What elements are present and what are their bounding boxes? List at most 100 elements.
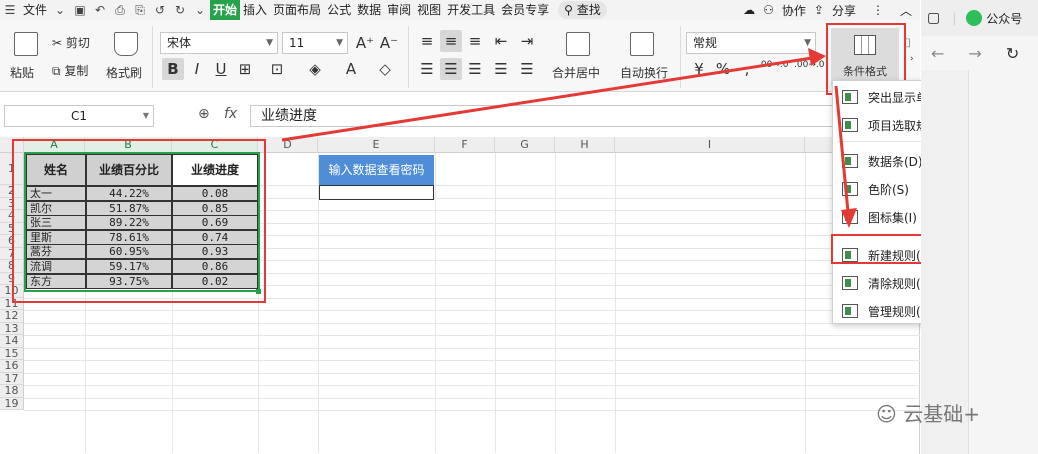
menu-icon[interactable]: ☰ — [0, 0, 20, 20]
rule-icon — [842, 90, 858, 104]
column-header-h[interactable]: H — [555, 137, 615, 153]
italic-button[interactable]: I — [186, 58, 208, 80]
tab-page-layout[interactable]: 页面布局 — [270, 0, 324, 20]
eraser-icon[interactable]: ◇ — [374, 58, 396, 80]
font-select[interactable]: 宋体 ▼ — [160, 32, 278, 54]
align-center-icon[interactable]: ☰ — [440, 58, 462, 80]
gridline — [24, 347, 920, 349]
undo-icon[interactable]: ↺ — [150, 0, 170, 20]
tab-formula[interactable]: 公式 — [324, 0, 354, 20]
decimal-decrease-button[interactable]: .00→.0 — [794, 60, 824, 70]
tab-developer[interactable]: 开发工具 — [444, 0, 498, 20]
merge-center-button[interactable]: 合并居中 — [552, 64, 600, 81]
indent-increase-icon[interactable]: ⇥ — [516, 30, 538, 52]
save-icon[interactable]: ▣ — [70, 0, 90, 20]
menu-bar: ☰ 文件 ⌄ ▣ ↶ ⎙ ⎘ ↺ ↻ ⌄ 开始 插入 页面布局 公式 数据 审阅… — [0, 0, 920, 20]
align-top-icon[interactable]: ≡ — [416, 30, 438, 52]
collab-button[interactable]: 协作 — [782, 2, 806, 19]
format-painter-button[interactable]: 格式刷 — [106, 64, 142, 81]
font-shrink-icon[interactable]: A⁻ — [378, 32, 400, 54]
refresh-icon[interactable]: ↻ — [1006, 44, 1019, 63]
cut-button[interactable]: ✂ 剪切 — [52, 34, 90, 51]
column-header-e[interactable]: E — [318, 137, 435, 153]
row-header-19[interactable]: 19 — [0, 397, 24, 410]
tab-member[interactable]: 会员专享 — [498, 0, 552, 20]
more-icon[interactable]: ⌄ — [190, 0, 210, 20]
search-label: 查找 — [576, 3, 601, 17]
distribute-icon[interactable]: ☰ — [516, 58, 538, 80]
column-header-i[interactable]: I — [615, 137, 805, 153]
gridline — [24, 335, 920, 336]
redo-icon[interactable]: ↻ — [170, 0, 190, 20]
paste-icon[interactable] — [14, 32, 38, 56]
align-middle-icon[interactable]: ≡ — [440, 30, 462, 52]
print-icon[interactable]: ⎙ — [110, 0, 130, 20]
wechat-logo-icon: ☺ — [876, 402, 904, 426]
preview-icon[interactable]: ⎘ — [130, 0, 150, 20]
font-color-icon[interactable]: A — [340, 58, 362, 80]
gridline — [24, 322, 920, 324]
number-format-select[interactable]: 常规 ▼ — [686, 32, 816, 54]
justify-icon[interactable]: ☰ — [490, 58, 512, 80]
column-header-d[interactable]: D — [258, 137, 318, 153]
wrap-text-icon[interactable] — [630, 32, 654, 56]
collab-icon[interactable]: ⚇ — [763, 3, 774, 17]
border-icon[interactable]: ⊞ — [234, 58, 256, 80]
formula-bar: C1 ▼ ⊕ fx 业绩进度 — [0, 100, 920, 132]
name-box[interactable]: C1 ▼ — [4, 105, 154, 127]
menu-item-label: 数据条(D) — [868, 154, 923, 169]
chevron-down-icon[interactable]: ⌄ — [50, 0, 70, 20]
tab-data[interactable]: 数据 — [354, 0, 384, 20]
fill-color-icon[interactable]: ◈ — [304, 58, 326, 80]
tab-view[interactable]: 视图 — [414, 0, 444, 20]
password-input-cell[interactable] — [319, 185, 434, 200]
indent-decrease-icon[interactable]: ⇤ — [490, 30, 512, 52]
font-size-select[interactable]: 11 ▼ — [282, 32, 348, 54]
row-header-12[interactable]: 12 — [0, 309, 24, 323]
undo-history-icon[interactable]: ↶ — [90, 0, 110, 20]
collapse-ribbon-icon[interactable]: ︿ — [900, 2, 912, 19]
ribbon-more-icon[interactable]: › — [910, 54, 914, 64]
formula-input[interactable]: 业绩进度 — [250, 105, 915, 127]
forward-icon[interactable]: → — [968, 44, 981, 63]
merge-icon[interactable] — [566, 32, 590, 56]
column-header-f[interactable]: F — [435, 137, 495, 153]
share-button[interactable]: 分享 — [832, 2, 856, 19]
align-right-icon[interactable]: ☰ — [464, 58, 486, 80]
align-bottom-icon[interactable]: ≡ — [464, 30, 486, 52]
wrap-text-button[interactable]: 自动换行 — [620, 64, 668, 81]
gridline — [24, 310, 920, 311]
fx-icon[interactable]: fx — [224, 106, 237, 122]
more-options-icon[interactable]: ⋮ — [872, 3, 884, 17]
bold-button[interactable]: B — [162, 58, 184, 80]
rule-icon — [842, 304, 858, 318]
divider — [152, 26, 153, 88]
account-badge[interactable]: 公众号 — [966, 10, 1022, 27]
search-box[interactable]: ⚲ 查找 — [558, 1, 607, 19]
tab-insert[interactable]: 插入 — [240, 0, 270, 20]
tab-page-icon[interactable]: ▢ — [927, 10, 940, 26]
underline-button[interactable]: U — [210, 58, 232, 80]
tab-review[interactable]: 审阅 — [384, 0, 414, 20]
share-icon[interactable]: ⇪ — [814, 3, 824, 17]
paste-button[interactable]: 粘贴 — [10, 64, 34, 81]
row-header-18[interactable]: 18 — [0, 384, 24, 398]
percent-icon[interactable]: % — [712, 58, 734, 80]
row-header-16[interactable]: 16 — [0, 359, 24, 373]
copy-button[interactable]: ⧉ 复制 — [52, 62, 88, 79]
currency-icon[interactable]: ¥ — [688, 58, 710, 80]
border-style-icon[interactable]: ⊡ — [266, 58, 288, 80]
cloud-icon[interactable]: ☁ — [743, 3, 755, 17]
back-icon[interactable]: ← — [931, 44, 944, 63]
tab-home[interactable]: 开始 — [210, 0, 241, 20]
zoom-icon[interactable]: ⊕ — [198, 106, 210, 122]
thousands-icon[interactable]: , — [736, 58, 758, 80]
align-left-icon[interactable]: ☰ — [416, 58, 438, 80]
menu-file[interactable]: 文件 — [20, 0, 50, 20]
brush-icon[interactable] — [114, 32, 138, 56]
font-grow-icon[interactable]: A⁺ — [354, 32, 376, 54]
copy-label: 复制 — [64, 64, 89, 78]
column-header-g[interactable]: G — [495, 137, 555, 153]
decimal-increase-button[interactable]: .00→.0 — [758, 60, 788, 70]
row-header-14[interactable]: 14 — [0, 334, 24, 348]
